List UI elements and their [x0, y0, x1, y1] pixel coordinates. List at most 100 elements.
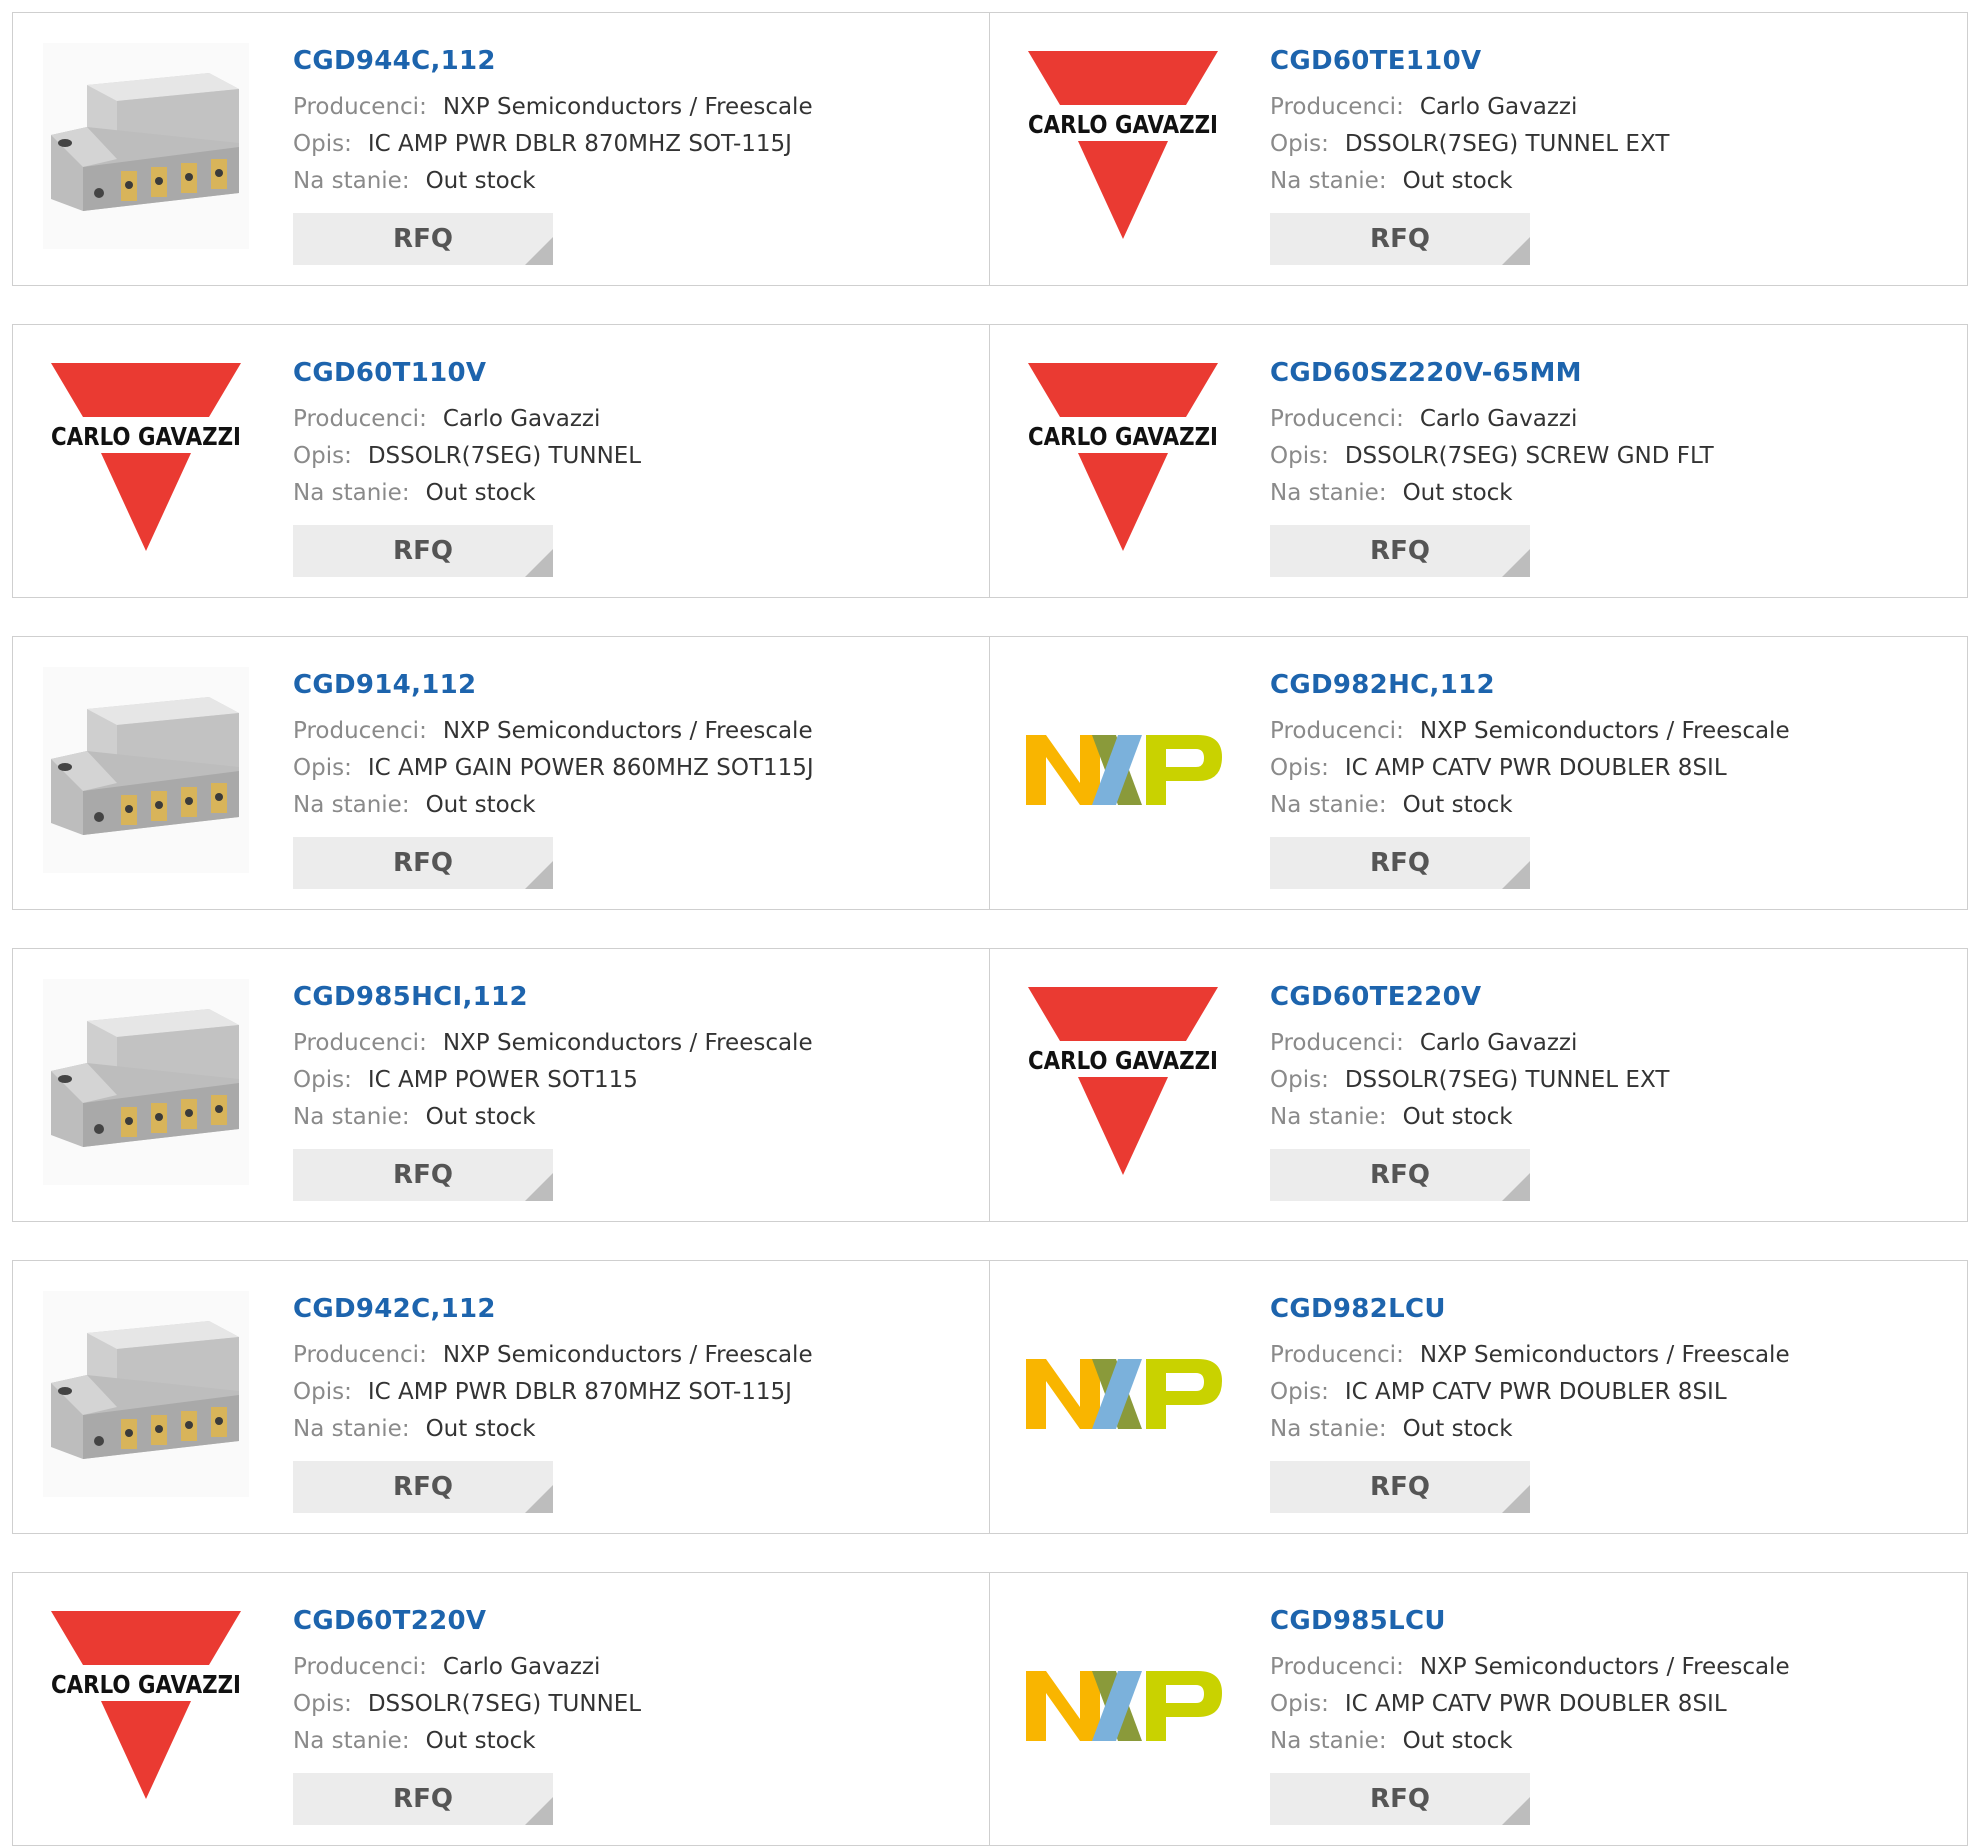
description-label: Opis: — [1270, 755, 1329, 781]
stock-row: Na stanie: Out stock — [1270, 475, 1714, 512]
manufacturer-row: Producenci: NXP Semiconductors / Freescal… — [1270, 1649, 1790, 1686]
product-image[interactable] — [43, 979, 249, 1185]
part-number-link[interactable]: CGD60SZ220V-65MM — [1270, 355, 1714, 391]
description-label: Opis: — [1270, 1379, 1329, 1405]
rfq-label: RFQ — [1370, 536, 1430, 566]
manufacturer-row: Producenci: NXP Semiconductors / Freescal… — [293, 1337, 813, 1374]
description-label: Opis: — [293, 131, 352, 157]
product-card: CGD942C,112 Producenci: NXP Semiconductor… — [12, 1260, 990, 1534]
rfq-button[interactable]: RFQ — [1270, 1461, 1530, 1513]
product-card: CGD944C,112 Producenci: NXP Semiconductor… — [12, 12, 990, 286]
description-label: Opis: — [293, 443, 352, 469]
stock-value: Out stock — [1402, 1416, 1513, 1442]
product-image[interactable]: CARLO GAVAZZI — [1020, 43, 1226, 249]
rfq-button[interactable]: RFQ — [293, 1149, 553, 1201]
description-row: Opis: IC AMP POWER SOT115 — [293, 1062, 813, 1099]
rfq-button[interactable]: RFQ — [1270, 837, 1530, 889]
description-value: IC AMP CATV PWR DOUBLER 8SIL — [1344, 1691, 1727, 1717]
part-number-link[interactable]: CGD60TE110V — [1270, 43, 1669, 79]
product-image[interactable] — [43, 1291, 249, 1497]
product-row: CGD985HCI,112 Producenci: NXP Semiconduct… — [12, 948, 1968, 1222]
part-number-link[interactable]: CGD944C,112 — [293, 43, 813, 79]
carlo-gavazzi-logo: CARLO GAVAZZI — [1028, 51, 1218, 239]
corner-triangle-icon — [525, 1173, 553, 1201]
product-image[interactable] — [1020, 1603, 1226, 1809]
description-label: Opis: — [1270, 131, 1329, 157]
corner-triangle-icon — [1502, 861, 1530, 889]
stock-value: Out stock — [425, 792, 536, 818]
product-info: CGD914,112 Producenci: NXP Semiconductors… — [293, 667, 814, 824]
stock-label: Na stanie: — [1270, 168, 1387, 194]
manufacturer-label: Producenci: — [1270, 1654, 1404, 1680]
part-number-link[interactable]: CGD60T220V — [293, 1603, 641, 1639]
rfq-button[interactable]: RFQ — [293, 1461, 553, 1513]
manufacturer-label: Producenci: — [293, 718, 427, 744]
manufacturer-value: NXP Semiconductors / Freescale — [1419, 1654, 1790, 1680]
product-image[interactable]: CARLO GAVAZZI — [43, 355, 249, 561]
manufacturer-label: Producenci: — [1270, 94, 1404, 120]
part-number-link[interactable]: CGD985LCU — [1270, 1603, 1790, 1639]
product-image[interactable] — [43, 667, 249, 873]
manufacturer-row: Producenci: NXP Semiconductors / Freescal… — [1270, 713, 1790, 750]
manufacturer-label: Producenci: — [1270, 1030, 1404, 1056]
carlo-logo-text: CARLO GAVAZZI — [51, 1670, 241, 1699]
product-image[interactable] — [1020, 1291, 1226, 1497]
rfq-button[interactable]: RFQ — [293, 525, 553, 577]
part-number-link[interactable]: CGD60T110V — [293, 355, 641, 391]
rfq-button[interactable]: RFQ — [1270, 213, 1530, 265]
part-number-link[interactable]: CGD982LCU — [1270, 1291, 1790, 1327]
description-row: Opis: IC AMP PWR DBLR 870MHZ SOT-115J — [293, 1374, 813, 1411]
description-label: Opis: — [293, 1067, 352, 1093]
manufacturer-value: NXP Semiconductors / Freescale — [442, 1030, 813, 1056]
product-image[interactable]: CARLO GAVAZZI — [1020, 355, 1226, 561]
corner-triangle-icon — [525, 237, 553, 265]
description-label: Opis: — [1270, 1691, 1329, 1717]
product-image[interactable] — [43, 43, 249, 249]
product-card: CGD982HC,112 Producenci: NXP Semiconducto… — [990, 636, 1968, 910]
rfq-button[interactable]: RFQ — [1270, 525, 1530, 577]
rfq-label: RFQ — [393, 1784, 453, 1814]
product-image[interactable] — [1020, 667, 1226, 873]
rfq-button[interactable]: RFQ — [1270, 1773, 1530, 1825]
product-row: CGD914,112 Producenci: NXP Semiconductors… — [12, 636, 1968, 910]
stock-value: Out stock — [425, 480, 536, 506]
stock-label: Na stanie: — [293, 1416, 410, 1442]
stock-row: Na stanie: Out stock — [1270, 163, 1669, 200]
part-number-link[interactable]: CGD60TE220V — [1270, 979, 1669, 1015]
product-card: CARLO GAVAZZI CGD60SZ220V-65MM Producenc… — [990, 324, 1968, 598]
description-row: Opis: DSSOLR(7SEG) SCREW GND FLT — [1270, 438, 1714, 475]
part-number-link[interactable]: CGD942C,112 — [293, 1291, 813, 1327]
rfq-button[interactable]: RFQ — [293, 1773, 553, 1825]
manufacturer-row: Producenci: Carlo Gavazzi — [1270, 1025, 1669, 1062]
stock-row: Na stanie: Out stock — [293, 1099, 813, 1136]
manufacturer-row: Producenci: NXP Semiconductors / Freescal… — [293, 1025, 813, 1062]
description-row: Opis: DSSOLR(7SEG) TUNNEL — [293, 1686, 641, 1723]
part-number-link[interactable]: CGD985HCI,112 — [293, 979, 813, 1015]
description-value: DSSOLR(7SEG) SCREW GND FLT — [1344, 443, 1714, 469]
rfq-button[interactable]: RFQ — [293, 213, 553, 265]
product-image[interactable]: CARLO GAVAZZI — [43, 1603, 249, 1809]
rfq-button[interactable]: RFQ — [1270, 1149, 1530, 1201]
product-image[interactable]: CARLO GAVAZZI — [1020, 979, 1226, 1185]
description-value: DSSOLR(7SEG) TUNNEL EXT — [1344, 131, 1670, 157]
rfq-label: RFQ — [393, 848, 453, 878]
description-value: IC AMP PWR DBLR 870MHZ SOT-115J — [367, 1379, 792, 1405]
description-row: Opis: DSSOLR(7SEG) TUNNEL EXT — [1270, 1062, 1669, 1099]
stock-value: Out stock — [425, 168, 536, 194]
part-number-link[interactable]: CGD982HC,112 — [1270, 667, 1790, 703]
product-row: CARLO GAVAZZI CGD60T220V Producenci: Carl… — [12, 1572, 1968, 1846]
product-info: CGD60SZ220V-65MM Producenci: Carlo Gavazz… — [1270, 355, 1714, 512]
part-number-link[interactable]: CGD914,112 — [293, 667, 814, 703]
corner-triangle-icon — [1502, 1173, 1530, 1201]
corner-triangle-icon — [1502, 1485, 1530, 1513]
rfq-label: RFQ — [393, 536, 453, 566]
product-info: CGD985HCI,112 Producenci: NXP Semiconduct… — [293, 979, 813, 1136]
rfq-button[interactable]: RFQ — [293, 837, 553, 889]
manufacturer-label: Producenci: — [293, 406, 427, 432]
product-row: CGD942C,112 Producenci: NXP Semiconductor… — [12, 1260, 1968, 1534]
nxp-logo — [1026, 735, 1222, 805]
stock-row: Na stanie: Out stock — [293, 163, 813, 200]
stock-row: Na stanie: Out stock — [1270, 1411, 1790, 1448]
stock-value: Out stock — [1402, 1104, 1513, 1130]
manufacturer-label: Producenci: — [293, 1342, 427, 1368]
